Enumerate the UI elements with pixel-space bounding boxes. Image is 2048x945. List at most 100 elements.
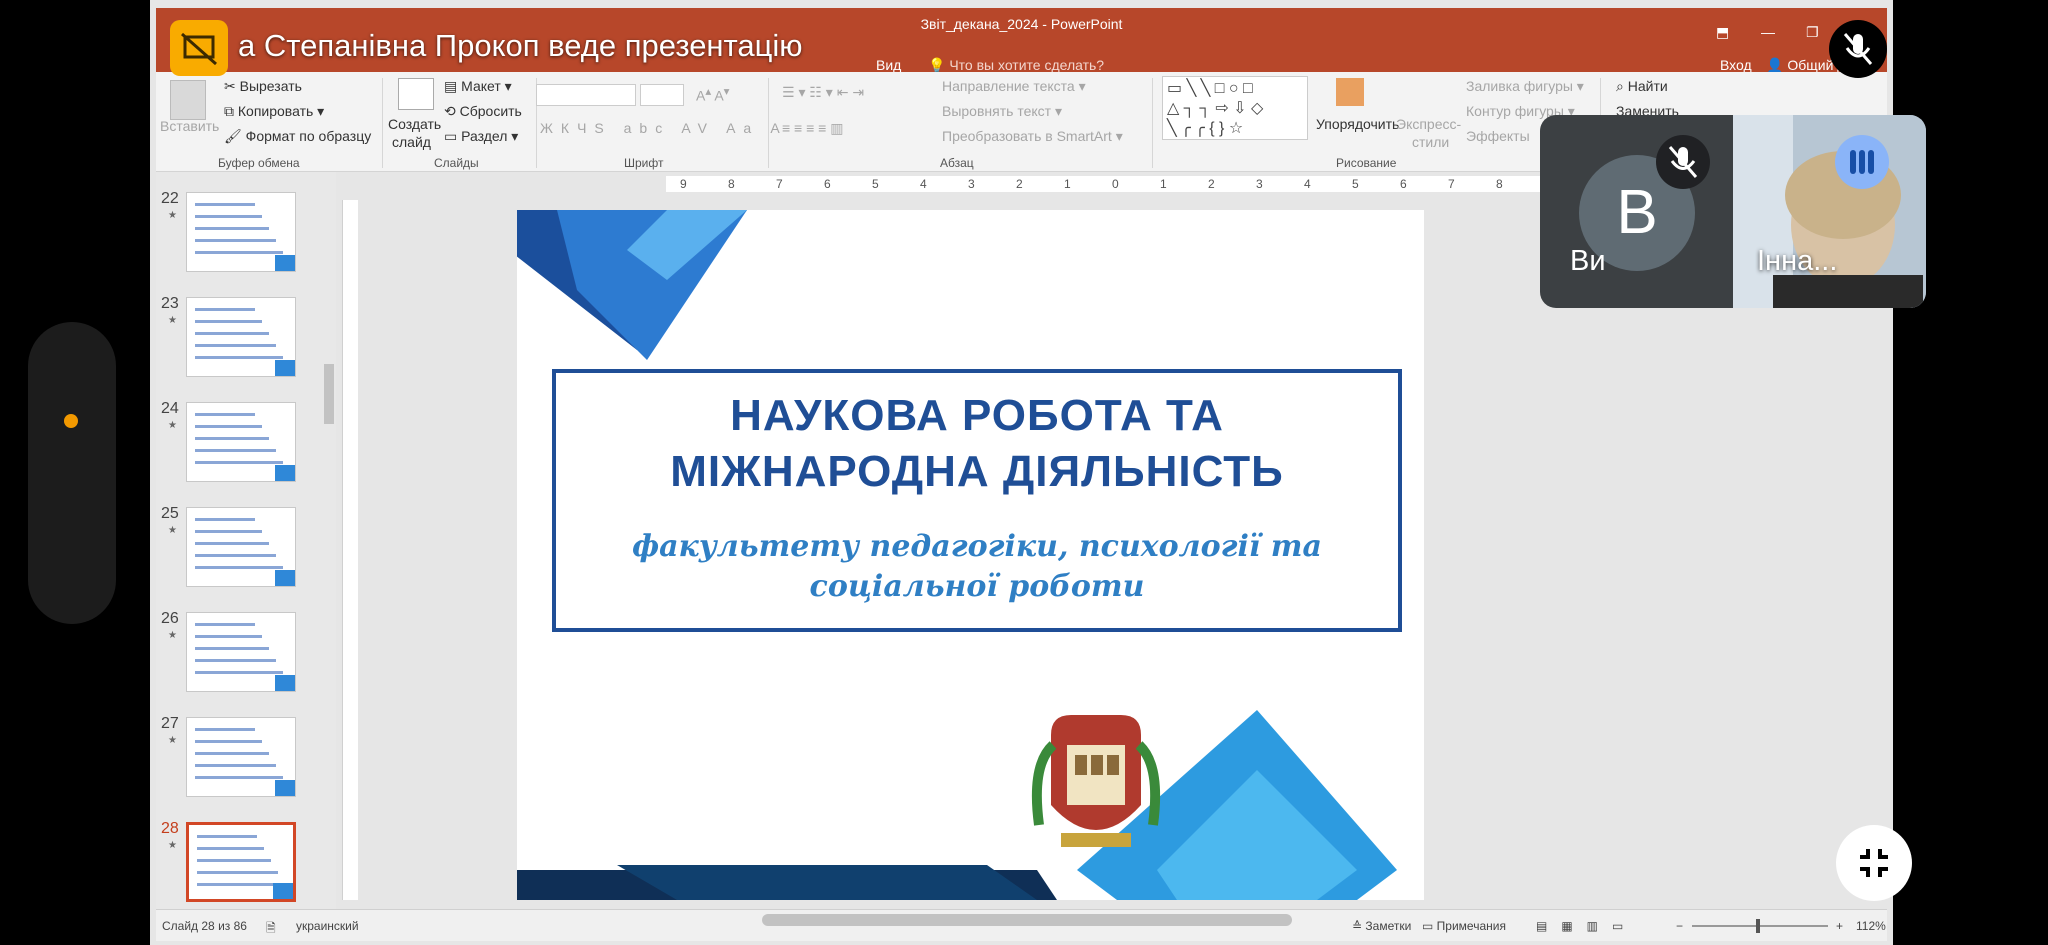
quick-styles-button[interactable]: Экспресс- — [1396, 116, 1461, 132]
ruler-tick-label: 2 — [1208, 177, 1215, 191]
slide-thumbnail[interactable] — [186, 717, 296, 797]
thumbnail-corner-shape — [275, 675, 295, 691]
minimize-icon[interactable]: — — [1761, 24, 1775, 40]
slide-number: 25 — [161, 505, 179, 522]
brush-icon: 🖌 — [224, 128, 246, 144]
new-slide-button-line2[interactable]: слайд — [392, 134, 431, 150]
slide-number: 28 — [161, 820, 179, 837]
thumbnail-text-line — [195, 671, 283, 674]
mic-off-icon — [1668, 146, 1698, 178]
current-slide[interactable]: НАУКОВА РОБОТА ТА МІЖНАРОДНА ДІЯЛЬНІСТЬ … — [517, 210, 1424, 900]
layout-button[interactable]: ▤ Макет ▾ — [444, 78, 512, 95]
shapes-gallery[interactable]: ▭ ╲ ╲ □ ○ □ △ ┐ ┐ ⇨ ⇩ ◇ ╲ ╭ ╭ { } ☆ — [1162, 76, 1308, 140]
view-buttons[interactable]: ▤▦▥▭ — [1536, 919, 1637, 933]
exit-fullscreen-button[interactable] — [1836, 825, 1912, 901]
slide-title-line2: МІЖНАРОДНА ДІЯЛЬНІСТЬ — [670, 447, 1284, 496]
list-icons[interactable]: ☰ ▾ ☷ ▾ ⇤ ⇥ — [782, 84, 864, 101]
zoom-slider-handle[interactable] — [1756, 919, 1760, 933]
mic-muted-icon[interactable] — [1829, 20, 1887, 78]
restore-icon[interactable]: ❐ — [1806, 24, 1819, 41]
align-text-button[interactable]: Выровнять текст ▾ — [942, 103, 1062, 120]
smartart-button[interactable]: Преобразовать в SmartArt ▾ — [942, 128, 1123, 145]
new-slide-button[interactable]: Создать — [388, 116, 441, 132]
stop-presenting-icon[interactable] — [170, 20, 228, 76]
copy-icon: ⧉ — [224, 103, 238, 119]
shape-effects-label: Эффекты — [1466, 128, 1530, 144]
zoom-in-icon[interactable]: + — [1836, 919, 1843, 933]
shape-fill-button[interactable]: Заливка фигуры ▾ — [1466, 78, 1584, 95]
slide-thumbnail[interactable] — [186, 402, 296, 482]
reset-button[interactable]: ⟲ Сбросить — [444, 103, 522, 120]
participant-name: Ви — [1570, 245, 1606, 277]
paste-icon[interactable] — [170, 80, 206, 120]
comments-button[interactable]: ▭ Примечания — [1422, 919, 1506, 933]
arrange-button[interactable]: Упорядочить — [1316, 116, 1399, 132]
shape-effects-button[interactable]: Эффекты — [1466, 128, 1530, 144]
font-size-field[interactable] — [640, 84, 684, 106]
horizontal-scrollbar[interactable] — [762, 914, 1292, 926]
zoom-slider[interactable] — [1692, 925, 1828, 927]
thumbnail-text-line — [195, 320, 262, 323]
presenter-banner-text: а Степанівна Прокоп веде презентацію — [238, 28, 803, 63]
ruler-tick-label: 5 — [872, 177, 879, 191]
cut-button[interactable]: ✂ Вырезать — [224, 78, 302, 95]
ribbon-display-icon[interactable]: ⬒ — [1716, 24, 1729, 41]
slide-title-line1: НАУКОВА РОБОТА ТА — [730, 391, 1224, 440]
thumbnail-scroll-thumb[interactable] — [324, 364, 334, 424]
audio-bars-icon — [1850, 150, 1874, 174]
section-label: Раздел — [461, 128, 508, 144]
transition-star-icon: ★ — [168, 210, 177, 221]
thumbnail-text-line — [195, 356, 283, 359]
participant-tile-speaker[interactable]: Інна... — [1733, 115, 1926, 308]
thumbnail-text-line — [195, 437, 269, 440]
arrange-icon[interactable] — [1336, 78, 1364, 106]
ruler-tick-label: 1 — [1160, 177, 1167, 191]
ruler-tick-label: 6 — [824, 177, 831, 191]
slide-number: 27 — [161, 715, 179, 732]
zoom-level[interactable]: 112% — [1856, 919, 1886, 933]
presentation-off-icon — [181, 32, 217, 66]
thumbnail-text-line — [195, 413, 255, 416]
thumbnail-scrollbar[interactable] — [322, 172, 336, 909]
slide-thumbnail[interactable] — [186, 192, 296, 272]
comment-icon: ▭ — [1422, 919, 1437, 933]
slide-thumbnail[interactable] — [186, 822, 296, 902]
slide-thumbnail[interactable] — [186, 612, 296, 692]
notes-button[interactable]: ≙ Заметки — [1352, 919, 1411, 933]
thumbnail-text-line — [195, 425, 262, 428]
new-slide-icon[interactable] — [398, 78, 434, 110]
thumbnail-text-line — [197, 859, 271, 862]
paste-button[interactable]: Вставить — [160, 118, 219, 134]
find-button[interactable]: ⌕ Найти — [1616, 78, 1668, 95]
thumbnail-corner-shape — [275, 255, 295, 271]
mic-off-icon — [1843, 33, 1873, 65]
thumbnail-text-line — [195, 554, 276, 557]
copy-button[interactable]: ⧉ Копировать ▾ — [224, 103, 324, 120]
thumbnail-corner-shape — [275, 570, 295, 586]
slide-position: Слайд 28 из 86 — [162, 919, 247, 933]
thumbnail-corner-shape — [275, 780, 295, 796]
slide-thumbnail[interactable] — [186, 507, 296, 587]
font-style-icons[interactable]: ЖКЧS abc AV Aa A — [540, 120, 788, 136]
format-painter-button[interactable]: 🖌 Формат по образцу — [224, 128, 371, 145]
spellcheck-icon[interactable]: 🗎 — [266, 919, 276, 940]
section-icon: ▭ — [444, 128, 462, 144]
font-name-field[interactable] — [536, 84, 636, 106]
side-panel-handle[interactable] — [28, 322, 116, 624]
text-direction-button[interactable]: Направление текста ▾ — [942, 78, 1086, 95]
zoom-out-icon[interactable]: − — [1676, 919, 1683, 933]
thumbnail-text-line — [197, 835, 257, 838]
section-button[interactable]: ▭ Раздел ▾ — [444, 128, 518, 145]
sign-in-link[interactable]: Вход — [1720, 57, 1752, 73]
participant-tile-self[interactable]: В Ви — [1540, 115, 1737, 308]
align-icons[interactable]: ≡ ≡ ≡ ≡ ▥ — [782, 120, 843, 137]
title-box[interactable]: НАУКОВА РОБОТА ТА МІЖНАРОДНА ДІЯЛЬНІСТЬ … — [552, 369, 1402, 632]
quick-styles-button-line2[interactable]: стили — [1412, 134, 1449, 150]
slide-subtitle-line1: факультету педагогіки, психології та — [632, 529, 1322, 564]
slide-thumbnail[interactable] — [186, 297, 296, 377]
language-indicator[interactable]: украинский — [296, 919, 359, 933]
grow-font-icon[interactable]: A▴ A▾ — [696, 84, 730, 104]
magnifier-icon: ⌕ — [1616, 78, 1628, 94]
text-direction-label: Направление текста — [942, 78, 1075, 94]
notes-label: Заметки — [1365, 919, 1412, 933]
